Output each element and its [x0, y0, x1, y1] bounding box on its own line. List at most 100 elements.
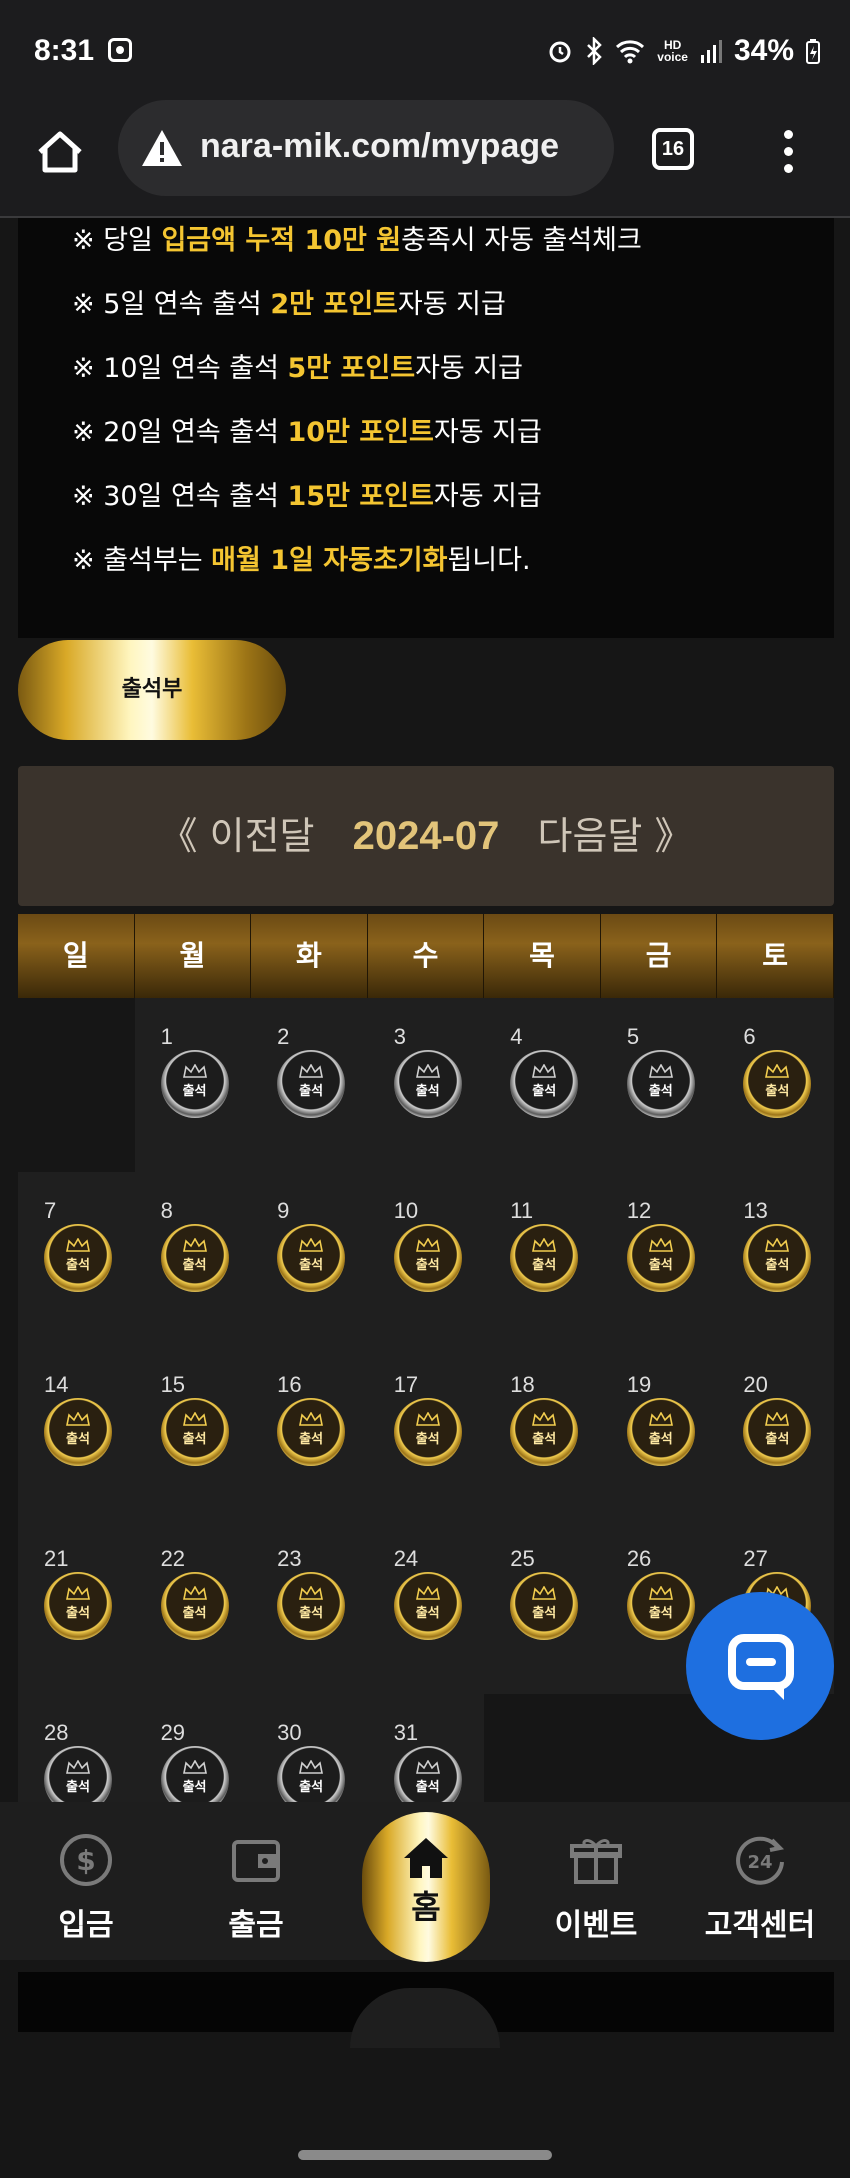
- attendance-stamp-icon: 출석: [626, 1050, 695, 1118]
- stamp-label: 출석: [532, 1084, 557, 1099]
- crown-icon: [415, 1586, 440, 1600]
- tab-switcher-button[interactable]: 16: [652, 128, 694, 170]
- attendance-stamp-icon: 출석: [626, 1572, 695, 1640]
- attendance-stamp-icon: 출석: [44, 1572, 112, 1640]
- weekday-label: 목: [484, 914, 601, 998]
- crown-icon: [299, 1412, 324, 1426]
- crown-icon: [66, 1586, 90, 1600]
- day-number: 28: [44, 1720, 69, 1745]
- day-number: 15: [160, 1372, 186, 1397]
- stamp-label: 출석: [648, 1606, 673, 1621]
- crown-icon: [648, 1586, 673, 1600]
- attendance-stamp-icon: 출석: [160, 1572, 229, 1640]
- crown-icon: [765, 1412, 790, 1426]
- stamp-label: 출석: [415, 1606, 440, 1621]
- stamp-label: 출석: [66, 1780, 90, 1795]
- url-text[interactable]: nara-mik.com/mypage: [200, 127, 559, 166]
- attendance-stamp-icon: 출석: [510, 1050, 579, 1118]
- stamp-label: 출석: [648, 1258, 673, 1273]
- attendance-stamp-icon: 출석: [743, 1224, 812, 1292]
- calendar-day-cell: 9 출석: [251, 1172, 368, 1346]
- attendance-stamp-icon: 출석: [393, 1050, 462, 1118]
- day-number: 13: [743, 1198, 768, 1223]
- nav-deposit-label: 입금: [58, 1908, 114, 1943]
- gesture-bar[interactable]: [298, 2150, 552, 2160]
- calendar-day-cell: 16 출석: [251, 1346, 368, 1520]
- nav-support[interactable]: 24 고객센터: [690, 1832, 830, 1944]
- calendar-day-cell: 8 출석: [134, 1172, 252, 1346]
- crown-icon: [415, 1760, 440, 1774]
- nav-event[interactable]: 이벤트: [526, 1832, 666, 1944]
- nav-withdraw[interactable]: 출금: [186, 1832, 326, 1944]
- next-month-button[interactable]: 다음달 》: [537, 814, 692, 858]
- calendar-day-cell: 12 출석: [600, 1172, 718, 1346]
- live-chat-button[interactable]: [686, 1592, 834, 1740]
- crown-icon: [415, 1412, 440, 1426]
- dollar-coin-icon: $: [60, 1834, 112, 1886]
- weekday-label: 금: [600, 914, 718, 998]
- crown-icon: [532, 1064, 557, 1078]
- bluetooth-icon: [587, 37, 603, 65]
- home-icon[interactable]: [34, 126, 86, 178]
- nav-withdraw-label: 출금: [228, 1908, 284, 1943]
- battery-percent: 34%: [733, 34, 794, 67]
- calendar-day-cell: 21 출석: [18, 1520, 135, 1694]
- notice-line: ※ 20일 연속 출석 10만 포인트자동 지급: [72, 417, 542, 448]
- clock-24-icon: 24: [736, 1836, 785, 1885]
- day-number: 29: [160, 1720, 186, 1745]
- attendance-stamp-icon: 출석: [510, 1572, 579, 1640]
- crown-icon: [765, 1238, 790, 1252]
- crown-icon: [415, 1238, 440, 1252]
- day-number: 30: [277, 1720, 302, 1745]
- day-number: 23: [277, 1546, 302, 1571]
- attendance-stamp-icon: 출석: [277, 1050, 346, 1118]
- crown-icon: [532, 1412, 557, 1426]
- attendance-stamp-icon: 출석: [510, 1224, 579, 1292]
- weekday-label: 일: [18, 914, 135, 998]
- nav-home[interactable]: 홈: [362, 1812, 490, 1962]
- attendance-stamp-icon: 출석: [277, 1572, 346, 1640]
- calendar-day-cell: 18 출석: [484, 1346, 601, 1520]
- calendar-day-cell: 3 출석: [367, 998, 485, 1172]
- attendance-stamp-icon: 출석: [510, 1398, 579, 1466]
- calendar-day-cell: 11 출석: [484, 1172, 601, 1346]
- weekday-label: 월: [134, 914, 252, 998]
- notice-line: ※ 출석부는 매월 1일 자동초기화됩니다.: [72, 545, 531, 576]
- calendar-day-cell: 20 출석: [717, 1346, 834, 1520]
- stamp-label: 출석: [415, 1258, 440, 1273]
- crown-icon: [66, 1412, 90, 1426]
- attendance-book-button[interactable]: 출석부: [18, 640, 286, 740]
- calendar-day-cell: 2 출석: [251, 998, 368, 1172]
- calendar-day-cell: 19 출석: [600, 1346, 718, 1520]
- stamp-label: 출석: [182, 1084, 207, 1099]
- warning-icon[interactable]: [140, 126, 184, 170]
- crown-icon: [532, 1238, 557, 1252]
- stamp-label: 출석: [415, 1780, 440, 1795]
- crown-icon: [648, 1064, 673, 1078]
- calendar-day-cell: 17 출석: [367, 1346, 485, 1520]
- calendar-day-cell: 22 출석: [134, 1520, 252, 1694]
- calendar-day-cell: 15 출석: [134, 1346, 252, 1520]
- status-time: 8:31: [34, 34, 95, 67]
- crown-icon: [415, 1064, 440, 1078]
- nav-deposit[interactable]: $ 입금: [16, 1832, 156, 1944]
- stamp-label: 출석: [299, 1084, 324, 1099]
- prev-month-button[interactable]: 《 이전달: [160, 814, 315, 858]
- calendar-day-cell: 4 출석: [484, 998, 601, 1172]
- address-bar[interactable]: nara-mik.com/mypage: [118, 100, 614, 196]
- gift-icon: [570, 1839, 622, 1884]
- calendar-day-cell: 25 출석: [484, 1520, 601, 1694]
- notice-line: ※ 5일 연속 출석 2만 포인트자동 지급: [72, 289, 506, 320]
- day-number: 22: [160, 1546, 186, 1571]
- more-menu-icon[interactable]: [778, 126, 798, 176]
- weekday-header: 일 월 화 수 목 금 토: [18, 914, 834, 998]
- attendance-stamp-icon: 출석: [626, 1224, 695, 1292]
- status-icons: HD voice 34%: [547, 34, 820, 68]
- day-number: 25: [510, 1546, 535, 1571]
- stamp-label: 출석: [648, 1432, 673, 1447]
- notice-line: ※ 30일 연속 출석 15만 포인트자동 지급: [72, 481, 542, 512]
- crown-icon: [66, 1238, 90, 1252]
- calendar-day-cell: 14 출석: [18, 1346, 135, 1520]
- chat-icon-line: [746, 1658, 776, 1666]
- crown-icon: [182, 1586, 207, 1600]
